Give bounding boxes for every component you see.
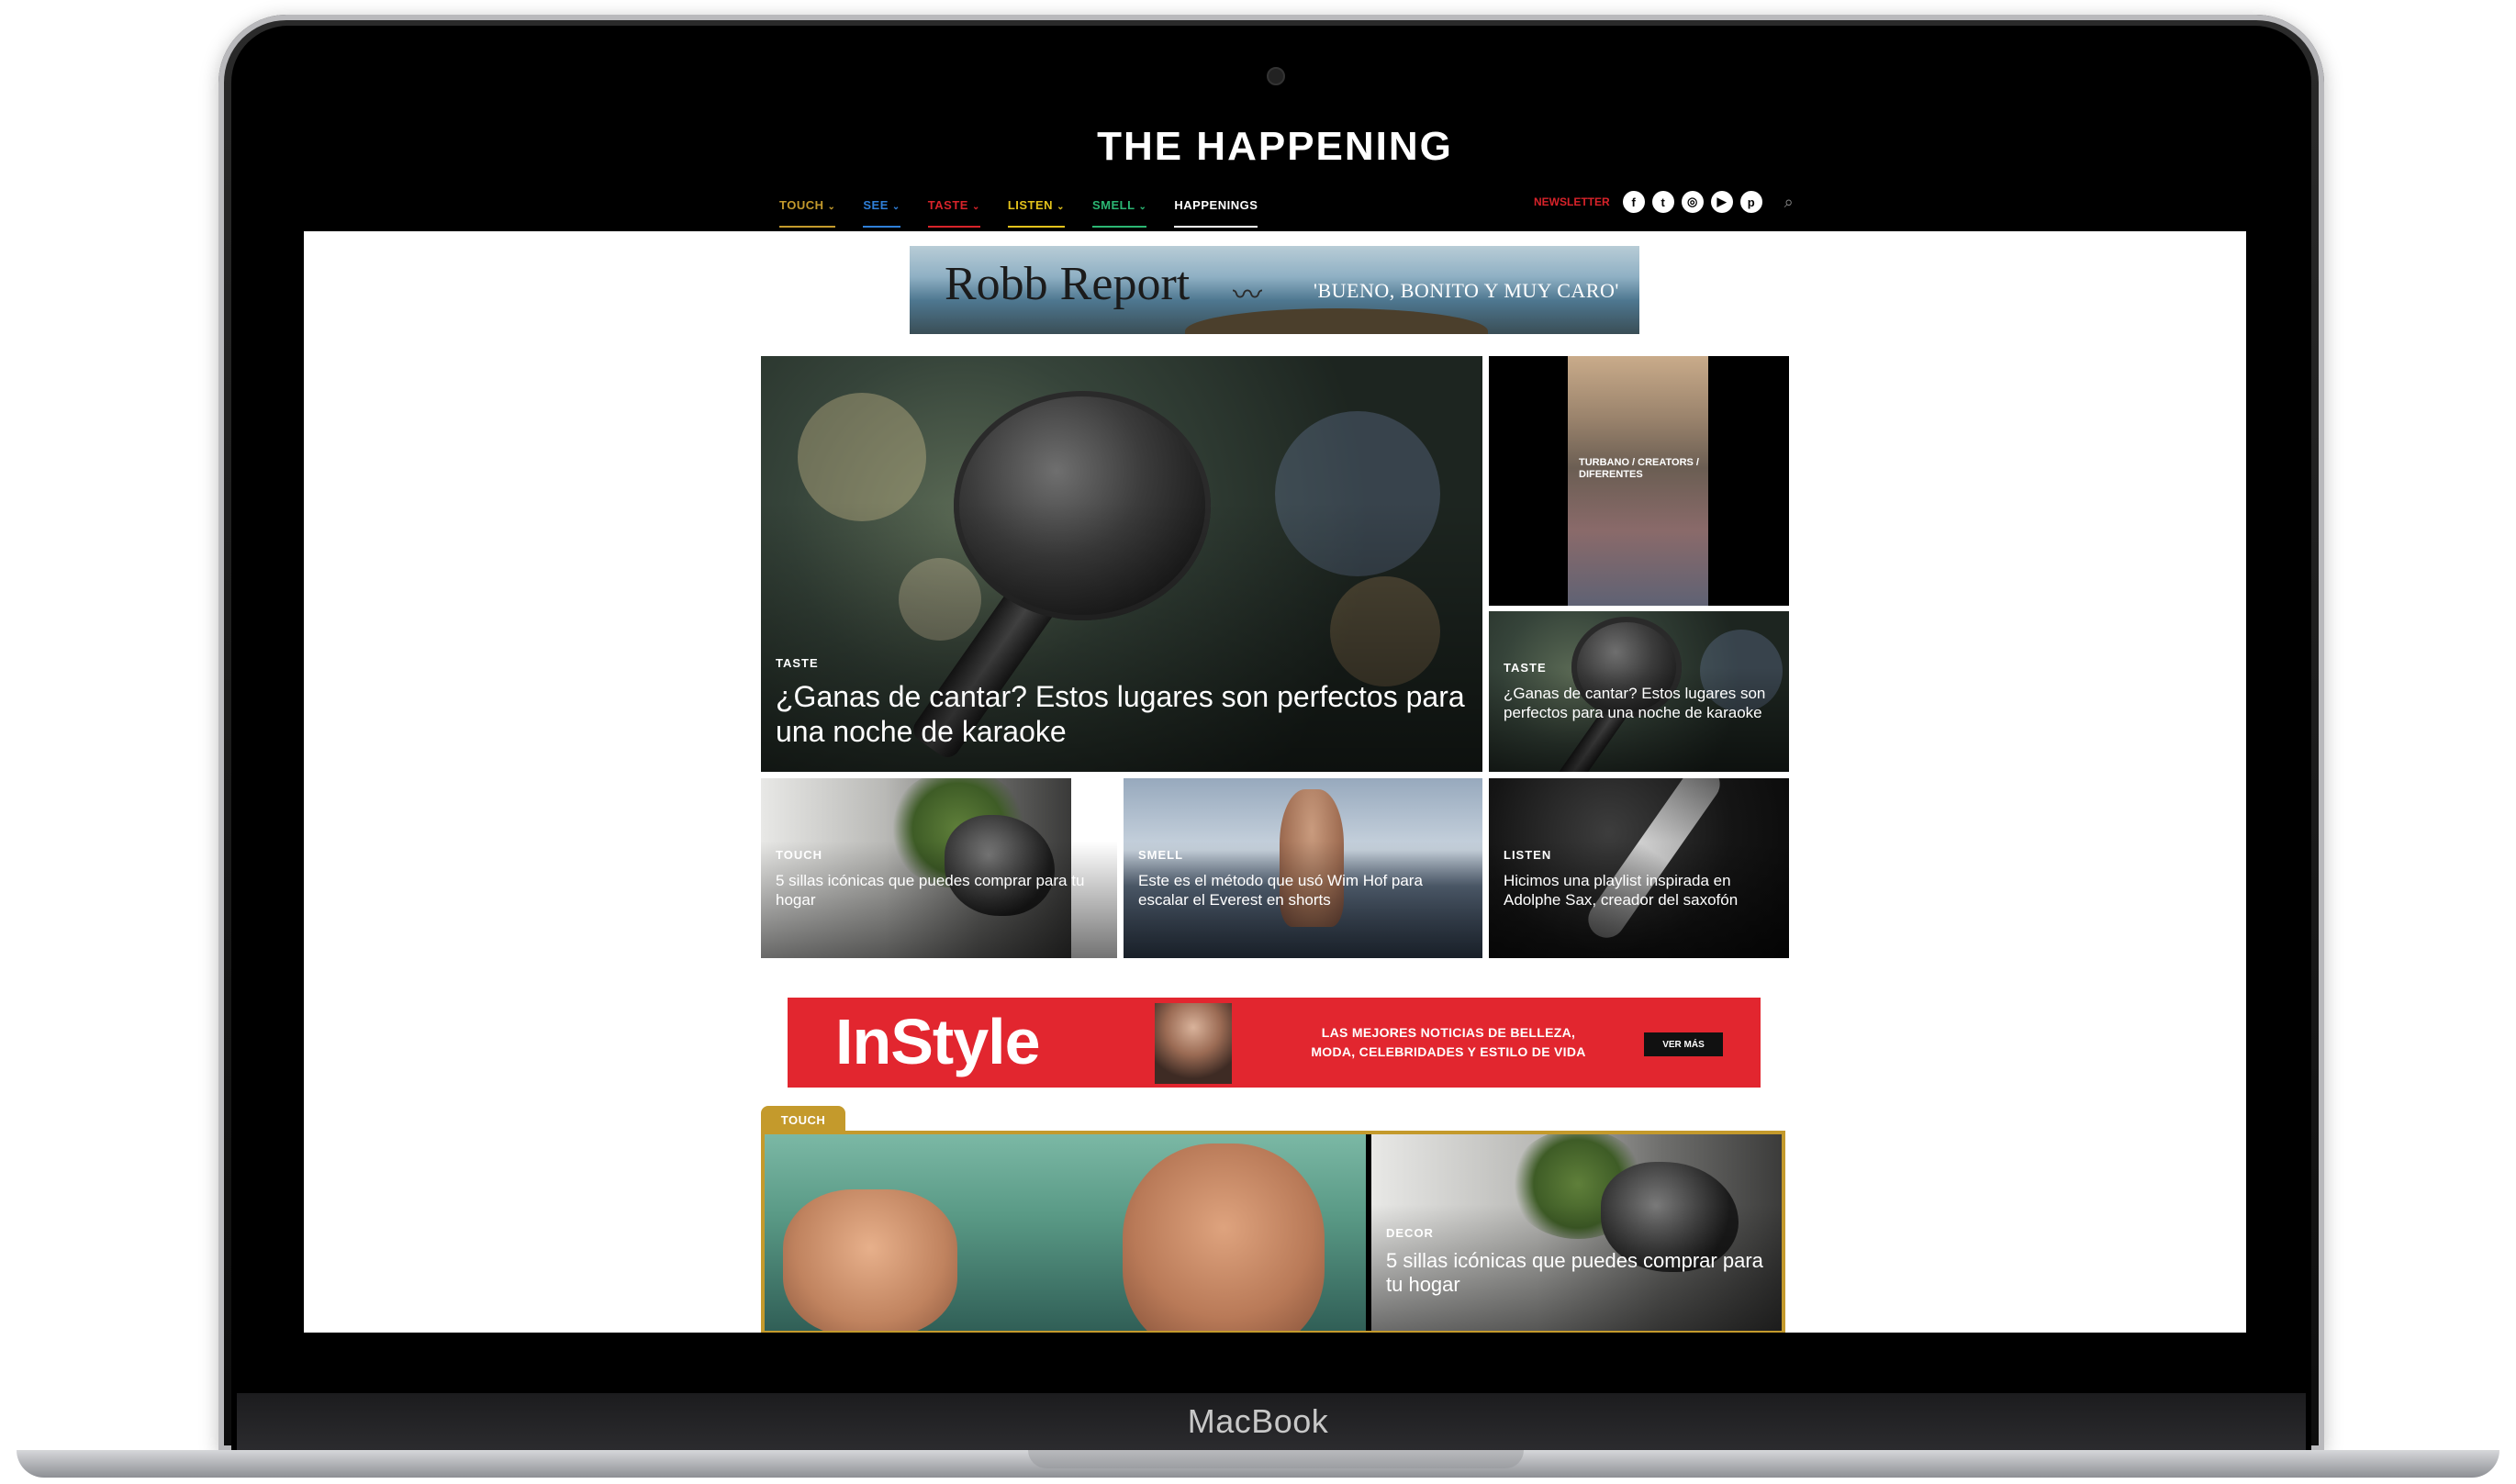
- chevron-down-icon: ⌄: [1057, 202, 1065, 212]
- touch-section: DECOR 5 sillas icónicas que puedes compr…: [761, 1131, 1785, 1333]
- hero-article[interactable]: TASTE ¿Ganas de cantar? Estos lugares so…: [761, 356, 1482, 772]
- nav-item-label: TASTE: [927, 198, 968, 212]
- instagram-icon[interactable]: ◎: [1681, 191, 1704, 213]
- device-brand: MacBook: [1187, 1402, 1329, 1440]
- image-caption-overlay: TURBANO / CREATORS / DIFERENTES: [1579, 457, 1699, 480]
- article-title[interactable]: Hicimos una playlist inspirada en Adolph…: [1504, 871, 1776, 909]
- article-image: [1568, 356, 1708, 606]
- nav-item-label: LISTEN: [1007, 198, 1054, 212]
- nav-item-taste[interactable]: TASTE ⌄: [927, 193, 980, 228]
- nav-item-listen[interactable]: LISTEN ⌄: [1007, 193, 1065, 228]
- ad-landscape: [1185, 308, 1488, 334]
- article-caption: TASTE ¿Ganas de cantar? Estos lugares so…: [776, 656, 1470, 749]
- article-card[interactable]: TOUCH 5 sillas icónicas que puedes compr…: [761, 778, 1117, 958]
- nav-item-smell[interactable]: SMELL ⌄: [1091, 193, 1147, 228]
- article-category[interactable]: SMELL: [1138, 848, 1470, 862]
- article-title[interactable]: 5 sillas icónicas que puedes comprar par…: [776, 871, 1104, 909]
- twitter-icon[interactable]: t: [1651, 191, 1674, 213]
- ad-photo: [1155, 1003, 1232, 1084]
- nav-item-touch[interactable]: TOUCH ⌄: [779, 193, 836, 228]
- header-actions: NEWSLETTER f t ◎ ▶ p ⌕: [1534, 191, 1794, 213]
- nav-item-label: SEE: [863, 198, 889, 212]
- pinterest-icon[interactable]: p: [1739, 191, 1762, 213]
- browser-viewport[interactable]: THE HAPPENING TOUCH ⌄ SEE ⌄ TASTE ⌄ LISTEN ⌄…: [304, 119, 2246, 1333]
- side-article-bottom[interactable]: TASTE ¿Ganas de cantar? Estos lugares so…: [1489, 611, 1789, 772]
- newsletter-link[interactable]: NEWSLETTER: [1534, 195, 1610, 208]
- youtube-icon[interactable]: ▶: [1710, 191, 1733, 213]
- article-card[interactable]: [765, 1134, 1366, 1331]
- chevron-down-icon: ⌄: [971, 202, 980, 212]
- article-caption: LISTEN Hicimos una playlist inspirada en…: [1504, 848, 1776, 909]
- nav-item-label: TOUCH: [779, 198, 824, 212]
- camera-icon: [1267, 67, 1285, 85]
- nav-item-see[interactable]: SEE ⌄: [863, 193, 900, 228]
- laptop-notch: [1028, 1450, 1524, 1468]
- ad-brand: Robb Report: [945, 258, 1191, 310]
- article-category[interactable]: LISTEN: [1504, 848, 1776, 862]
- nav-item-label: SMELL: [1091, 198, 1135, 212]
- article-category[interactable]: DECOR: [1386, 1226, 1772, 1240]
- facebook-icon[interactable]: f: [1622, 191, 1645, 213]
- ad-brand: InStyle: [835, 1006, 1041, 1077]
- article-category[interactable]: TASTE: [1504, 661, 1776, 675]
- site-header: THE HAPPENING TOUCH ⌄ SEE ⌄ TASTE ⌄ LISTEN ⌄…: [304, 119, 2246, 231]
- article-title[interactable]: 5 sillas icónicas que puedes comprar par…: [1386, 1249, 1772, 1297]
- search-icon[interactable]: ⌕: [1784, 193, 1794, 212]
- robb-report-ad[interactable]: Robb Report 〰 'BUENO, BONITO Y MUY CARO': [910, 246, 1639, 334]
- nav-item-happenings[interactable]: HAPPENINGS: [1174, 193, 1258, 228]
- ver-mas-button[interactable]: VER MÁS: [1644, 1032, 1723, 1056]
- site-logo[interactable]: THE HAPPENING: [304, 124, 2246, 170]
- chevron-down-icon: ⌄: [891, 202, 900, 212]
- article-category[interactable]: TASTE: [776, 656, 1470, 670]
- article-image: [765, 1134, 1366, 1331]
- article-caption: SMELL Este es el método que usó Wim Hof …: [1138, 848, 1470, 909]
- ad-copy: LAS MEJORES NOTICIAS DE BELLEZA, MODA, C…: [1292, 1023, 1605, 1062]
- ad-copy-line: LAS MEJORES NOTICIAS DE BELLEZA,: [1321, 1025, 1576, 1040]
- ad-tagline: 'BUENO, BONITO Y MUY CARO': [1314, 279, 1619, 302]
- nav-item-label: HAPPENINGS: [1174, 198, 1258, 212]
- bird-icon: 〰: [1233, 278, 1263, 311]
- article-card[interactable]: LISTEN Hicimos una playlist inspirada en…: [1489, 778, 1789, 958]
- article-card[interactable]: DECOR 5 sillas icónicas que puedes compr…: [1371, 1134, 1782, 1331]
- article-title[interactable]: ¿Ganas de cantar? Estos lugares son perf…: [776, 679, 1470, 749]
- chevron-down-icon: ⌄: [1138, 202, 1147, 212]
- article-caption: DECOR 5 sillas icónicas que puedes compr…: [1386, 1226, 1772, 1297]
- article-title[interactable]: Este es el método que usó Wim Hof para e…: [1138, 871, 1470, 909]
- article-card[interactable]: SMELL Este es el método que usó Wim Hof …: [1124, 778, 1482, 958]
- article-category[interactable]: TOUCH: [776, 848, 1104, 862]
- instyle-ad[interactable]: InStyle LAS MEJORES NOTICIAS DE BELLEZA,…: [788, 998, 1761, 1088]
- side-article-top[interactable]: TURBANO / CREATORS / DIFERENTES: [1489, 356, 1789, 606]
- article-caption: TOUCH 5 sillas icónicas que puedes compr…: [776, 848, 1104, 909]
- ad-copy-line: MODA, CELEBRIDADES Y ESTILO DE VIDA: [1311, 1044, 1586, 1059]
- main-nav: TOUCH ⌄ SEE ⌄ TASTE ⌄ LISTEN ⌄ SMELL ⌄ HAPPEN…: [779, 193, 1258, 228]
- article-title[interactable]: ¿Ganas de cantar? Estos lugares son perf…: [1504, 684, 1776, 722]
- chevron-down-icon: ⌄: [827, 202, 836, 212]
- section-tab-touch[interactable]: TOUCH: [761, 1106, 845, 1133]
- article-caption: TASTE ¿Ganas de cantar? Estos lugares so…: [1504, 661, 1776, 722]
